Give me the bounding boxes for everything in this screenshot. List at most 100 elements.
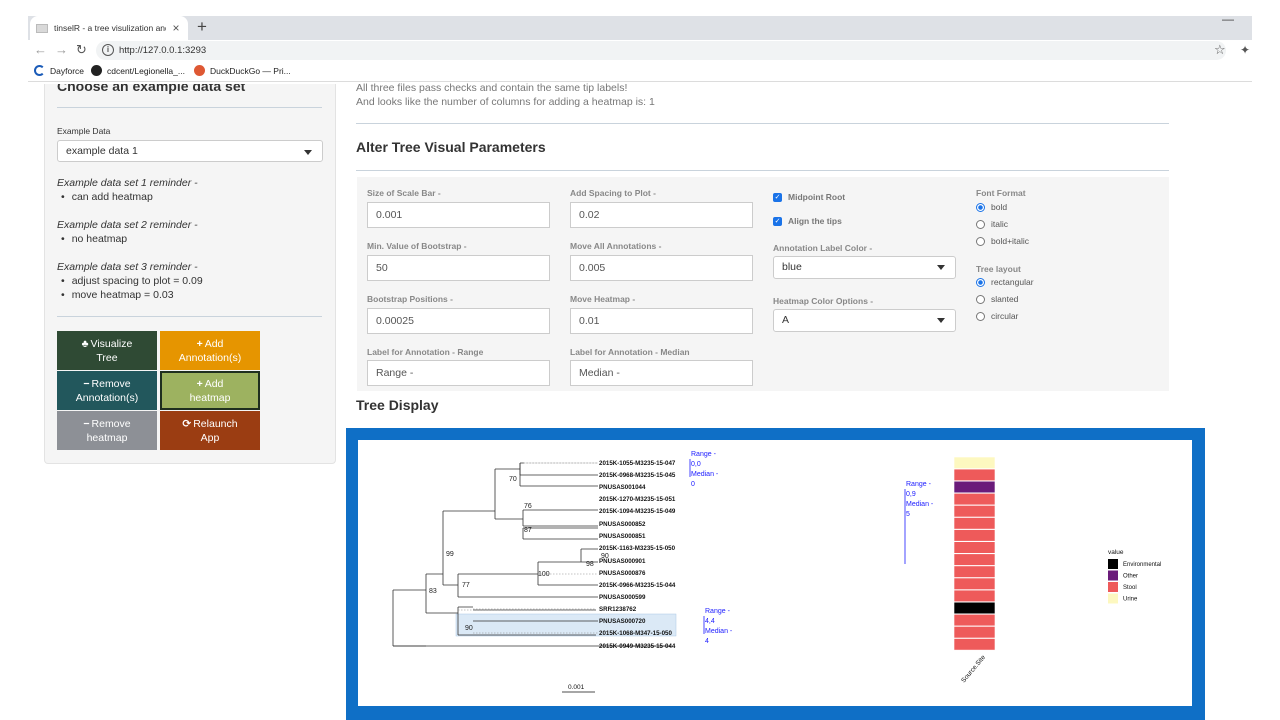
button-label: Visualize — [90, 337, 133, 350]
legend-title: value — [1108, 549, 1124, 556]
move-heatmap-input[interactable]: 0.01 — [570, 308, 753, 334]
example-data-select[interactable]: example data 1 — [57, 140, 323, 162]
phylogenetic-tree-svg: 2015K-1055-M3235-15-047 2015K-0968-M3235-… — [392, 451, 1161, 693]
duckduckgo-icon — [194, 65, 205, 76]
back-icon[interactable]: ← — [34, 43, 47, 57]
radio-font-italic[interactable]: italic — [976, 219, 1008, 229]
radio-layout-slanted[interactable]: slanted — [976, 294, 1018, 304]
radio-label: bold+italic — [991, 236, 1030, 246]
url-text[interactable]: http://127.0.0.1:3293 — [119, 45, 206, 56]
tree-icon: ♣ — [81, 337, 89, 350]
bootstrap-positions-label: Bootstrap Positions - — [367, 294, 453, 304]
visualize-tree-button[interactable]: ♣ Visualize Tree — [57, 331, 157, 370]
legend-swatch — [1108, 582, 1118, 592]
move-annotations-input[interactable]: 0.005 — [570, 255, 753, 281]
button-label: Add — [204, 337, 224, 350]
annotation-median-value: 4 — [705, 638, 709, 645]
heatmap-cell — [953, 638, 996, 651]
heatmap-cell — [953, 577, 996, 590]
annotation-median-label: Median - — [906, 501, 934, 508]
divider — [356, 170, 1169, 171]
minimize-icon[interactable]: — — [1222, 12, 1234, 26]
button-label: Tree — [96, 351, 118, 364]
checkbox-checked-icon: ✓ — [773, 192, 782, 202]
checkbox-checked-icon: ✓ — [773, 216, 782, 226]
github-icon — [91, 65, 102, 76]
heatmap-cell — [953, 492, 996, 506]
bootstrap-label: 98 — [586, 561, 594, 568]
minus-icon: − — [83, 417, 90, 430]
bootstrap-label: 70 — [509, 476, 517, 483]
bookmark-label: Dayforce — [50, 65, 85, 76]
relaunch-app-button[interactable]: ⟳ Relaunch App — [160, 411, 260, 450]
reminder-2-title: Example data set 2 reminder - — [57, 219, 198, 231]
legend-swatch — [1108, 559, 1118, 569]
legend-swatch — [1108, 593, 1118, 604]
remove-heatmap-button[interactable]: − Remove heatmap — [57, 411, 157, 450]
scale-bar-input[interactable]: 0.001 — [367, 202, 550, 228]
bookmark-star-icon[interactable]: ☆ — [1214, 42, 1226, 58]
bookmark-duckduckgo[interactable]: DuckDuckGo — Pri... — [194, 65, 291, 76]
annotation-color-select[interactable]: blue — [773, 256, 956, 279]
align-tips-checkbox[interactable]: ✓ Align the tips — [773, 216, 842, 226]
bootstrap-positions-input[interactable]: 0.00025 — [367, 308, 550, 334]
heatmap-cell — [953, 626, 996, 639]
checkbox-label: Align the tips — [788, 216, 842, 226]
radio-layout-rectangular[interactable]: rectangular — [976, 277, 1034, 287]
radio-font-bold-italic[interactable]: bold+italic — [976, 236, 1029, 246]
tip-label: 2015K-1163-M3235-15-050 — [599, 545, 676, 552]
annotation-range-label: Range - — [705, 608, 731, 615]
minus-icon: − — [83, 377, 90, 390]
move-annotations-label: Move All Annotations - — [570, 241, 662, 251]
spacing-input[interactable]: 0.02 — [570, 202, 753, 228]
bootstrap-label: 90 — [601, 553, 609, 560]
heatmap-cell — [953, 529, 996, 542]
heatmap-color-select[interactable]: A — [773, 309, 956, 332]
bookmark-github[interactable]: cdcent/Legionella_... — [91, 65, 185, 76]
radio-layout-circular[interactable]: circular — [976, 311, 1018, 321]
label-median-input[interactable]: Median - — [570, 360, 753, 386]
example-data-value: example data 1 — [66, 145, 138, 157]
reload-icon[interactable]: ↻ — [76, 43, 87, 57]
new-tab-icon[interactable]: + — [197, 17, 207, 37]
tip-label: SRR1238762 — [599, 606, 637, 613]
add-annotation-button[interactable]: + Add Annotation(s) — [160, 331, 260, 370]
bookmark-dayforce[interactable]: Dayforce — [34, 65, 84, 76]
heatmap-cell — [953, 589, 996, 603]
heatmap-cell — [953, 505, 996, 518]
params-title: Alter Tree Visual Parameters — [356, 139, 546, 155]
annotation-median-label: Median - — [691, 471, 719, 478]
remove-annotation-button[interactable]: − Remove Annotation(s) — [57, 371, 157, 410]
heatmap-cell — [953, 614, 996, 627]
annotation-range-label: Range - — [691, 451, 717, 458]
tip-label: 2015K-0949-M3235-15-044 — [599, 643, 676, 650]
midpoint-root-checkbox[interactable]: ✓ Midpoint Root — [773, 192, 845, 202]
checkbox-label: Midpoint Root — [788, 192, 846, 202]
tip-extensions — [458, 462, 598, 634]
site-info-icon[interactable]: i — [102, 44, 114, 56]
label-range-label: Label for Annotation - Range — [367, 347, 484, 357]
radio-label: bold — [991, 202, 1008, 212]
radio-icon — [976, 236, 985, 246]
extensions-icon[interactable]: ✦ — [1240, 43, 1250, 57]
url-input[interactable] — [96, 41, 1226, 60]
min-bootstrap-input[interactable]: 50 — [367, 255, 550, 281]
label-range-input[interactable]: Range - — [367, 360, 550, 386]
browser-tab[interactable]: tinselR - a tree visulization and a × — [30, 16, 188, 40]
heatmap-cell — [953, 517, 996, 530]
heatmap-column-label: Source.Site — [960, 654, 987, 685]
radio-font-bold[interactable]: bold — [976, 202, 1007, 212]
reminder-item: no heatmap — [61, 233, 127, 245]
radio-selected-icon — [976, 277, 985, 287]
forward-icon[interactable]: → — [55, 43, 68, 57]
annotation-range-label: Range - — [906, 481, 932, 488]
select-value: A — [782, 314, 790, 326]
reminder-item: can add heatmap — [61, 191, 153, 203]
radio-label: rectangular — [991, 277, 1034, 287]
dayforce-icon — [34, 65, 45, 76]
annotation-color-label: Annotation Label Color - — [773, 243, 873, 253]
add-heatmap-button[interactable]: + Add heatmap — [160, 371, 260, 410]
button-label: Annotation(s) — [178, 351, 242, 364]
tab-close-icon[interactable]: × — [170, 21, 182, 35]
heatmap — [953, 456, 996, 651]
